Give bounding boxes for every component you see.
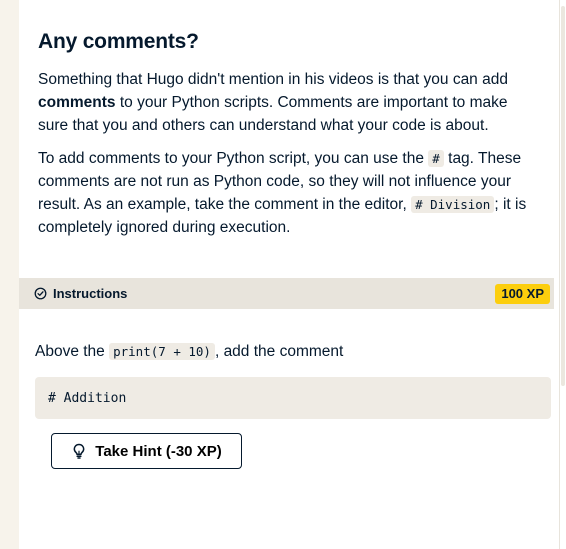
instructions-title: Instructions	[34, 286, 127, 301]
paragraph-1-text: Something that Hugo didn't mention in hi…	[38, 71, 508, 88]
instructions-label: Instructions	[53, 286, 128, 301]
left-rail	[0, 0, 19, 549]
paragraph-1-bold: comments	[38, 94, 116, 111]
exercise-page: Any comments? Something that Hugo didn't…	[0, 0, 566, 549]
inline-code-hash: #	[428, 150, 444, 167]
take-hint-label: Take Hint (-30 XP)	[95, 442, 222, 460]
comment-code-block: # Addition	[35, 377, 551, 419]
exercise-paragraph-2: To add comments to your Python script, y…	[38, 147, 540, 239]
check-circle-icon	[34, 287, 47, 300]
exercise-content: Any comments? Something that Hugo didn't…	[19, 0, 560, 249]
task-text-end: , add the comment	[214, 343, 344, 360]
inline-code-print: print(7 + 10)	[109, 343, 215, 360]
instruction-task: Above the print(7 + 10), add the comment	[35, 341, 343, 363]
paragraph-2-text: To add comments to your Python script, y…	[38, 150, 429, 167]
inline-code-division: # Division	[411, 196, 495, 213]
scrollbar-thumb[interactable]	[561, 6, 565, 386]
task-text: Above the	[35, 343, 110, 360]
scrollbar[interactable]	[559, 0, 566, 549]
lightbulb-icon	[73, 443, 85, 459]
exercise-paragraph-1: Something that Hugo didn't mention in hi…	[38, 68, 540, 137]
exercise-title: Any comments?	[38, 30, 199, 53]
exercise-description: Any comments? Something that Hugo didn't…	[19, 0, 560, 239]
xp-badge: 100 XP	[495, 283, 550, 304]
instructions-header: Instructions 100 XP	[19, 278, 554, 309]
take-hint-button[interactable]: Take Hint (-30 XP)	[51, 433, 242, 469]
